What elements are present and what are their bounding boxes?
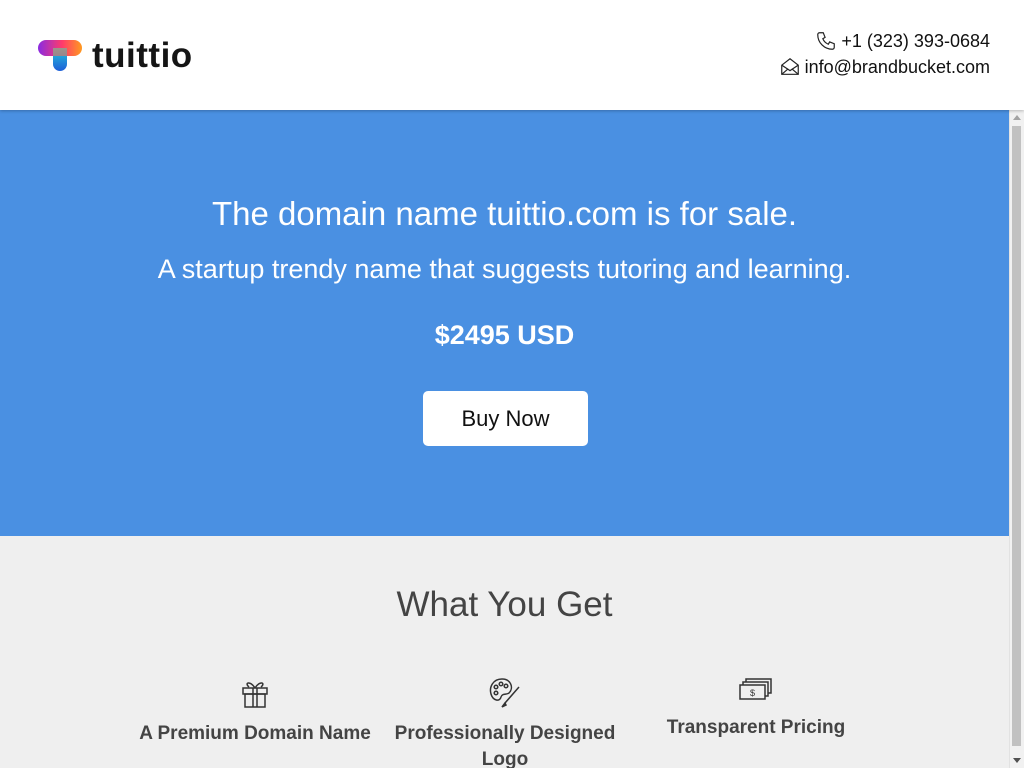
logo-text: tuittio (92, 36, 193, 75)
cash-icon: $ (739, 678, 772, 700)
email-row: info@brandbucket.com (779, 54, 990, 80)
main-content: The domain name tuittio.com is for sale.… (0, 0, 1009, 768)
price-label: $2495 USD (434, 320, 575, 350)
hero-title: The domain name tuittio.com is for sale. (211, 195, 798, 232)
buy-now-button[interactable]: Buy Now (423, 391, 588, 446)
feature-item: A Premium Domain Name (130, 677, 380, 747)
scroll-up-arrow-icon[interactable] (1010, 110, 1024, 125)
phone-row: +1 (323) 393-0684 (779, 28, 990, 54)
scroll-down-arrow-icon[interactable] (1010, 753, 1024, 768)
phone-icon (817, 32, 836, 50)
feature-label: A Premium Domain Name (139, 723, 371, 744)
logo-link[interactable]: tuittio (38, 38, 193, 74)
phone-link[interactable]: +1 (323) 393-0684 (841, 31, 990, 52)
palette-icon (489, 678, 520, 708)
page: tuittio +1 (323) 393-0684 info@brandbuck… (0, 0, 1024, 768)
feature-item: $ Transparent Pricing (631, 677, 881, 741)
feature-label: Transparent Pricing (666, 717, 846, 738)
features-section: What You Get A Premium Domain Name Profe… (0, 536, 1009, 768)
site-header: tuittio +1 (323) 393-0684 info@brandbuck… (0, 0, 1024, 110)
contact-info: +1 (323) 393-0684 info@brandbucket.com (779, 28, 990, 80)
email-link[interactable]: info@brandbucket.com (805, 57, 990, 78)
features-title: What You Get (396, 585, 613, 624)
svg-text:$: $ (750, 688, 755, 698)
hero-subtitle: A startup trendy name that suggests tuto… (157, 254, 852, 284)
feature-item: Professionally Designed Logo (380, 677, 630, 768)
hero-section: The domain name tuittio.com is for sale.… (0, 110, 1009, 536)
gift-icon (242, 682, 268, 708)
logo-mark-icon (38, 40, 82, 71)
vertical-scrollbar[interactable] (1009, 110, 1024, 768)
scroll-thumb[interactable] (1012, 126, 1021, 746)
envelope-icon (780, 57, 799, 75)
feature-label: Professionally Designed Logo (394, 723, 616, 768)
